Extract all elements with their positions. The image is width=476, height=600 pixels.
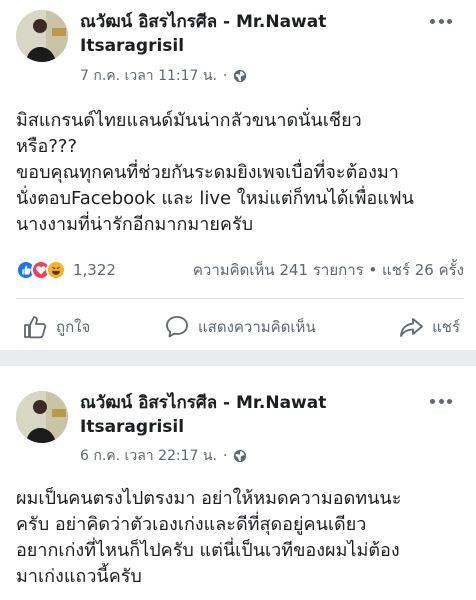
like-button[interactable]: ถูกใจ bbox=[22, 314, 90, 340]
comment-label: แสดงความคิดเห็น bbox=[198, 318, 316, 336]
post-meta: 7 ก.ค. เวลา 11:17 น. · bbox=[80, 66, 247, 86]
feed-separator bbox=[0, 350, 476, 366]
share-label: แชร์ bbox=[432, 318, 460, 336]
post-body: ผมเป็นคนตรงไปตรงมา อย่าให้หมดความอดทนนะ … bbox=[16, 488, 402, 587]
post-body: มิสแกรนด์ไทยแลนด์มันน่ากลัวขนาดนั่นเชียว… bbox=[16, 110, 414, 235]
comment-icon bbox=[166, 316, 188, 338]
post-timestamp[interactable]: 7 ก.ค. เวลา 11:17 น. bbox=[80, 66, 217, 86]
more-options-icon[interactable] bbox=[430, 16, 452, 26]
reaction-count: 1,322 bbox=[73, 261, 116, 279]
reaction-icons bbox=[16, 260, 66, 280]
post-card: ณวัฒน์ อิสรไกรศีล - Mr.Nawat Itsaragrisi… bbox=[0, 0, 476, 350]
comment-button[interactable]: แสดงความคิดเห็น bbox=[164, 314, 316, 340]
post-actions: ถูกใจ แสดงความคิดเห็น แชร์ bbox=[0, 305, 476, 349]
avatar[interactable] bbox=[16, 10, 68, 62]
reactions-summary[interactable]: 1,322 ความคิดเห็น 241 รายการ • แชร์ 26 ค… bbox=[16, 258, 464, 282]
more-options-icon[interactable] bbox=[430, 396, 452, 406]
like-label: ถูกใจ bbox=[56, 318, 91, 336]
meta-separator: · bbox=[222, 448, 228, 464]
engagement-summary[interactable]: ความคิดเห็น 241 รายการ • แชร์ 26 ครั้ง bbox=[193, 258, 464, 282]
share-icon bbox=[400, 318, 423, 337]
meta-separator: · bbox=[222, 68, 228, 84]
avatar[interactable] bbox=[16, 391, 68, 443]
globe-icon bbox=[234, 69, 247, 83]
haha-reaction-icon bbox=[46, 260, 66, 280]
post-author[interactable]: ณวัฒน์ อิสรไกรศีล - Mr.Nawat Itsaragrisi… bbox=[80, 10, 400, 58]
thumbs-up-icon bbox=[24, 316, 47, 339]
post-author[interactable]: ณวัฒน์ อิสรไกรศีล - Mr.Nawat Itsaragrisi… bbox=[80, 391, 400, 439]
post-meta: 6 ก.ค. เวลา 22:17 น. · bbox=[80, 446, 247, 466]
globe-icon bbox=[234, 449, 247, 463]
divider bbox=[16, 298, 464, 299]
post-timestamp[interactable]: 6 ก.ค. เวลา 22:17 น. bbox=[80, 446, 217, 466]
share-button[interactable]: แชร์ bbox=[398, 314, 460, 340]
